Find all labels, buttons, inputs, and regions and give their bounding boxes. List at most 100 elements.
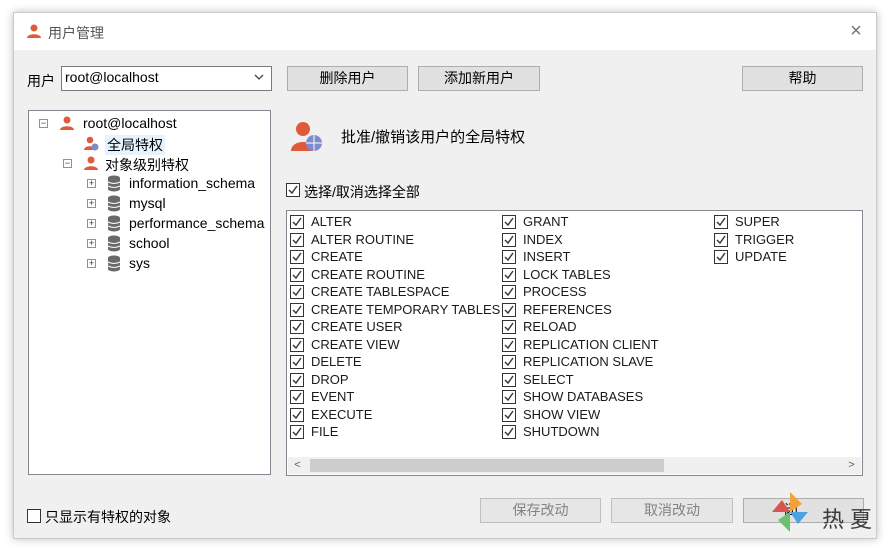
checkbox-box	[502, 425, 516, 439]
privilege-checkbox[interactable]: REPLICATION CLIENT	[502, 337, 707, 354]
privilege-label: CREATE	[311, 249, 363, 264]
privilege-checkbox[interactable]: EVENT	[290, 389, 495, 406]
scroll-right-icon[interactable]: >	[843, 457, 860, 474]
database-icon	[107, 235, 121, 255]
tree-node-schema[interactable]: + sys	[87, 254, 267, 274]
chevron-down-icon	[253, 70, 265, 86]
privilege-checkbox[interactable]: DROP	[290, 372, 495, 389]
expand-icon[interactable]: +	[87, 199, 96, 208]
privilege-checkbox[interactable]: SUPER	[714, 214, 889, 231]
tree-node-schema[interactable]: + school	[87, 234, 267, 254]
privilege-checkbox[interactable]: INDEX	[502, 232, 707, 249]
privilege-checkbox[interactable]: SELECT	[502, 372, 707, 389]
privilege-checkbox[interactable]: GRANT	[502, 214, 707, 231]
global-privileges-icon	[290, 119, 324, 156]
tree-node-label: 对象级别特权	[105, 157, 189, 173]
privilege-checkbox[interactable]: EXECUTE	[290, 407, 495, 424]
checkbox-box	[290, 407, 304, 422]
privilege-checkbox[interactable]: SHOW DATABASES	[502, 389, 707, 406]
checkbox-box	[502, 355, 516, 369]
checkbox-box	[714, 215, 728, 229]
privilege-label: TRIGGER	[735, 231, 795, 247]
privilege-label: ALTER ROUTINE	[311, 231, 415, 247]
privilege-checkbox[interactable]: REFERENCES	[502, 302, 707, 319]
horizontal-scrollbar[interactable]: < >	[288, 457, 861, 474]
save-changes-button[interactable]: 保存改动	[480, 498, 601, 523]
checkbox-box	[502, 337, 516, 352]
privileges-heading: 批准/撤销该用户的全局特权	[341, 129, 526, 146]
checkbox-box	[502, 285, 516, 299]
privilege-label: SELECT	[523, 371, 574, 387]
tree-node-schema[interactable]: + performance_schema	[87, 214, 267, 234]
privilege-checkbox[interactable]: CREATE TEMPORARY TABLES	[290, 302, 500, 319]
cancel-changes-button[interactable]: 取消改动	[611, 498, 733, 523]
scroll-left-icon[interactable]: <	[289, 457, 306, 474]
privilege-label: CREATE ROUTINE	[311, 266, 425, 282]
watermark-text: 热夏	[822, 508, 879, 533]
privilege-checkbox[interactable]: CREATE TABLESPACE	[290, 284, 495, 301]
privilege-checkbox[interactable]: SHOW VIEW	[502, 407, 707, 424]
privilege-label: DELETE	[311, 354, 362, 369]
privilege-label: REFERENCES	[523, 301, 612, 317]
expand-icon[interactable]: +	[87, 179, 96, 188]
user-icon	[59, 115, 75, 134]
checkbox-box	[290, 320, 304, 334]
tree-node-global[interactable]: 全局特权	[83, 134, 223, 155]
privilege-checkbox[interactable]: LOCK TABLES	[502, 267, 707, 284]
privilege-checkbox[interactable]: PROCESS	[502, 284, 707, 301]
user-icon	[83, 155, 99, 174]
add-user-button[interactable]: 添加新用户	[418, 66, 540, 91]
privilege-checkbox[interactable]: FILE	[290, 424, 495, 441]
privilege-label: FILE	[311, 424, 339, 439]
privilege-label: UPDATE	[735, 249, 787, 264]
collapse-icon[interactable]: −	[63, 159, 72, 168]
privilege-checkbox[interactable]: ALTER	[290, 214, 495, 231]
expand-icon[interactable]: +	[87, 219, 96, 228]
tree-node-root[interactable]: − root@localhost	[39, 114, 259, 134]
privilege-label: GRANT	[523, 214, 569, 229]
privilege-checkbox[interactable]: CREATE VIEW	[290, 337, 495, 354]
window-title: 用户管理	[48, 25, 104, 41]
privilege-label: EXECUTE	[311, 406, 373, 422]
checkbox-box	[290, 372, 304, 387]
tree-node-schema[interactable]: + mysql	[87, 194, 267, 214]
privilege-checkbox[interactable]: RELOAD	[502, 319, 707, 336]
privilege-checkbox[interactable]: TRIGGER	[714, 232, 889, 249]
tree-node-label: root@localhost	[83, 115, 177, 131]
checkbox-box	[502, 232, 516, 247]
checkbox-box	[27, 509, 41, 523]
select-all-label: 选择/取消选择全部	[304, 184, 420, 200]
privilege-label: CREATE VIEW	[311, 336, 400, 352]
privilege-checkbox[interactable]: INSERT	[502, 249, 707, 266]
checkbox-box	[286, 183, 300, 197]
expand-icon[interactable]: +	[87, 239, 96, 248]
privileges-list[interactable]: ALTER ALTER ROUTINE CREATE CREATE ROUTINE CR…	[286, 210, 863, 476]
privilege-checkbox[interactable]: CREATE	[290, 249, 495, 266]
checkbox-box	[502, 390, 516, 404]
checkbox-box	[502, 250, 516, 264]
privilege-checkbox[interactable]: ALTER ROUTINE	[290, 232, 495, 249]
privilege-checkbox[interactable]: CREATE USER	[290, 319, 495, 336]
checkbox-box	[290, 250, 304, 264]
database-icon	[107, 175, 121, 195]
privilege-checkbox[interactable]: SHUTDOWN	[502, 424, 707, 441]
privilege-checkbox[interactable]: REPLICATION SLAVE	[502, 354, 707, 371]
user-dropdown[interactable]: root@localhost	[61, 66, 272, 91]
title-bar: 用户管理 ×	[14, 13, 876, 50]
collapse-icon[interactable]: −	[39, 119, 48, 128]
checkbox-box	[502, 215, 516, 229]
close-icon[interactable]: ×	[846, 21, 866, 41]
expand-icon[interactable]: +	[87, 259, 96, 268]
privilege-checkbox[interactable]: CREATE ROUTINE	[290, 267, 495, 284]
help-button[interactable]: 帮助	[742, 66, 863, 91]
privilege-label: CREATE TABLESPACE	[311, 284, 450, 299]
delete-user-button[interactable]: 删除用户	[287, 66, 408, 91]
checkbox-box	[290, 355, 304, 369]
privilege-checkbox[interactable]: UPDATE	[714, 249, 889, 266]
privilege-tree[interactable]: − root@localhost 全局特权 − 对象级别特权 + informa…	[28, 110, 271, 475]
privilege-checkbox[interactable]: DELETE	[290, 354, 495, 371]
tree-node-object-level[interactable]: − 对象级别特权	[63, 154, 253, 174]
checkbox-box	[290, 390, 304, 404]
scroll-thumb[interactable]	[310, 459, 664, 472]
tree-node-schema[interactable]: + information_schema	[87, 174, 267, 194]
